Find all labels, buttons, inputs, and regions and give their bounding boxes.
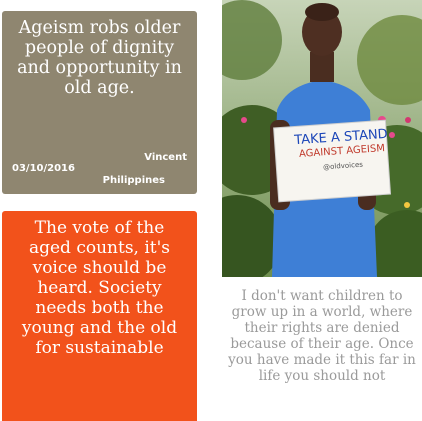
quote-text: The vote of the aged counts, it's voice … (21, 218, 178, 358)
photo-quote: I don't want children to grow up in a wo… (228, 288, 416, 384)
text-fade (222, 392, 422, 421)
author-country: Philippines (102, 175, 165, 186)
photo-man-with-sign[interactable]: TAKE A STAND AGAINST AGEISM @oldvoices (222, 0, 422, 277)
protest-sign: TAKE A STAND AGAINST AGEISM @oldvoices (291, 127, 394, 177)
quote-card-ageism[interactable]: Ageism robs older people of dignity and … (2, 11, 197, 194)
post-date: 03/10/2016 (12, 163, 75, 174)
author-name: Vincent (144, 152, 187, 163)
quote-text: Ageism robs older people of dignity and … (17, 18, 182, 98)
quote-card-vote[interactable]: The vote of the aged counts, it's voice … (2, 211, 197, 421)
